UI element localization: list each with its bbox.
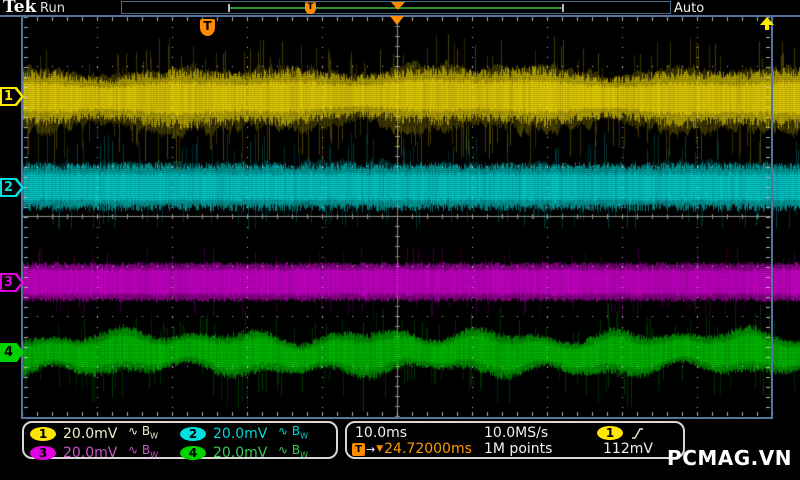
oscilloscope-screen: Tek Run T Auto T 1 2 3 4 1 20.0mV ∿ BW 2… bbox=[0, 0, 800, 480]
coupling-bandwidth-icon: ∿ BW bbox=[278, 443, 309, 460]
acquisition-status: Run bbox=[40, 1, 65, 16]
top-status-bar: Tek Run T Auto bbox=[0, 0, 800, 17]
delay-time: 24.72000ms bbox=[384, 441, 472, 457]
channel-3-readout: 3 20.0mV ∿ BW bbox=[30, 443, 180, 462]
channel-3-scale: 20.0mV bbox=[63, 445, 118, 462]
coupling-bandwidth-icon: ∿ BW bbox=[128, 424, 159, 441]
channel-2-marker[interactable]: 2 bbox=[0, 178, 24, 197]
trigger-level: 112mV bbox=[603, 441, 653, 457]
trigger-time-icon[interactable]: T bbox=[200, 19, 215, 36]
channel-4-marker[interactable]: 4 bbox=[0, 343, 24, 362]
expansion-point-icon bbox=[390, 16, 404, 25]
channel-4-badge: 4 bbox=[180, 446, 206, 461]
triangle-down-icon: ▼ bbox=[376, 444, 384, 454]
coupling-bandwidth-icon: ∿ BW bbox=[128, 443, 159, 460]
channel-1-marker[interactable]: 1 bbox=[0, 87, 24, 106]
channel-3-marker[interactable]: 3 bbox=[0, 273, 24, 292]
channel-2-badge: 2 bbox=[180, 426, 206, 441]
channel-1-badge: 1 bbox=[30, 426, 56, 441]
coupling-bandwidth-icon: ∿ BW bbox=[278, 424, 309, 441]
trigger-level-offscreen-icon bbox=[760, 17, 774, 30]
record-length: 1M points bbox=[484, 441, 553, 457]
trigger-mode-status: Auto bbox=[674, 1, 705, 16]
channel-1-readout: 1 20.0mV ∿ BW bbox=[30, 424, 180, 443]
trigger-source-badge: 1 bbox=[597, 426, 623, 440]
channel-2-readout: 2 20.0mV ∿ BW bbox=[180, 424, 330, 443]
record-view-bar: T bbox=[121, 1, 671, 14]
record-bracket-right bbox=[562, 4, 564, 12]
arrow-right-icon: → bbox=[366, 442, 376, 456]
record-position-icon bbox=[391, 2, 405, 10]
channel-readout-box: 1 20.0mV ∿ BW 2 20.0mV ∿ BW 3 20.0mV ∿ B… bbox=[22, 421, 338, 462]
channel-4-readout: 4 20.0mV ∿ BW bbox=[180, 443, 330, 462]
horizontal-trigger-readout-box: 10.0ms 10.0MS/s 1M points T → ▼ 24.72000ms … bbox=[345, 421, 685, 459]
channel-4-scale: 20.0mV bbox=[213, 445, 268, 462]
trigger-source-readout: 1 bbox=[597, 426, 644, 440]
arrow-up-icon bbox=[760, 17, 774, 25]
channel-3-badge: 3 bbox=[30, 446, 56, 461]
time-scale: 10.0ms bbox=[355, 425, 408, 441]
graticule-frame bbox=[21, 15, 773, 419]
record-bracket-left bbox=[228, 4, 230, 12]
watermark: PCMAG.VN bbox=[667, 446, 792, 470]
delay-readout: T → ▼ 24.72000ms bbox=[352, 441, 472, 457]
sample-rate: 10.0MS/s bbox=[484, 425, 549, 441]
tek-logo: Tek bbox=[3, 0, 37, 17]
channel-2-scale: 20.0mV bbox=[213, 425, 268, 442]
record-trigger-icon: T bbox=[305, 2, 316, 14]
channel-1-scale: 20.0mV bbox=[63, 425, 118, 442]
rising-edge-icon bbox=[632, 427, 643, 439]
trigger-chip-icon: T bbox=[352, 442, 365, 456]
